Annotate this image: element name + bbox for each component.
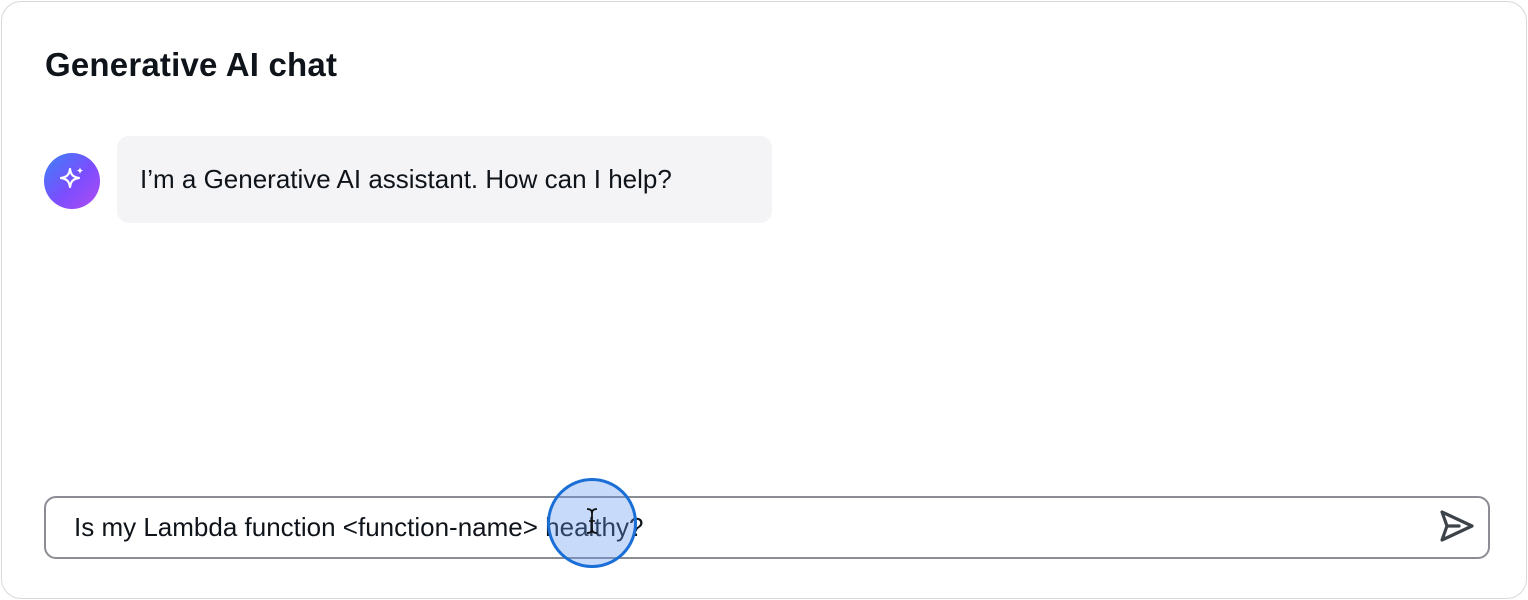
sparkle-icon: [57, 164, 87, 199]
send-button[interactable]: [1436, 507, 1478, 549]
assistant-message-text: I’m a Generative AI assistant. How can I…: [140, 164, 672, 194]
prompt-input[interactable]: Is my Lambda function <function-name> he…: [44, 496, 1490, 559]
chat-panel: Generative AI chat I’m a Generative AI a…: [1, 1, 1527, 599]
assistant-avatar: [44, 153, 100, 209]
send-icon: [1439, 509, 1475, 548]
page-title: Generative AI chat: [45, 46, 338, 83]
text-cursor-icon: [585, 507, 599, 540]
cursor-highlight: [547, 478, 637, 568]
assistant-message-bubble: I’m a Generative AI assistant. How can I…: [117, 136, 772, 223]
